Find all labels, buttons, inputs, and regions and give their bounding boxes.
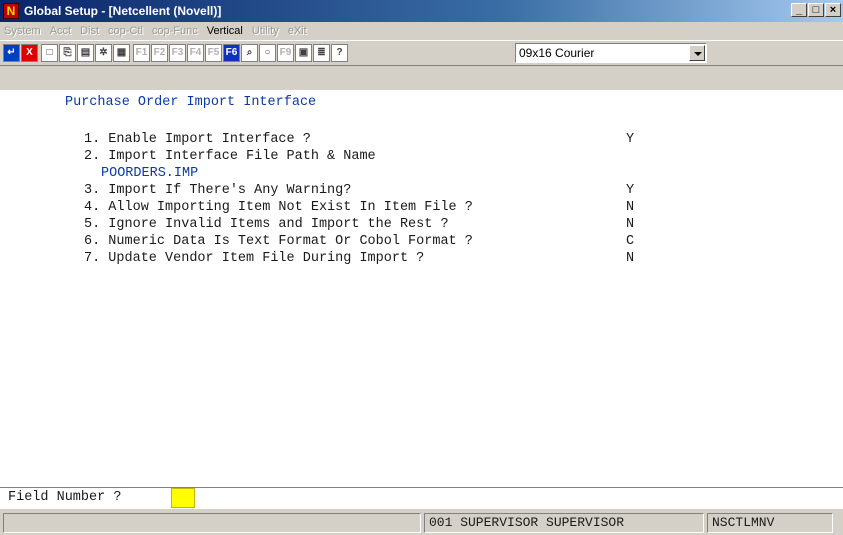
- font-select-value: 09x16 Courier: [519, 46, 595, 60]
- paste-icon[interactable]: ▤: [77, 44, 94, 62]
- prompt-bar: Field Number ?: [0, 487, 843, 509]
- option-3-value[interactable]: Y: [626, 183, 634, 199]
- font-select[interactable]: 09x16 Courier: [515, 43, 707, 63]
- page-title: Purchase Order Import Interface: [65, 95, 317, 110]
- option-4-value[interactable]: N: [626, 200, 634, 216]
- window-controls: _ □ ×: [790, 3, 841, 19]
- f2-button[interactable]: F2: [151, 44, 168, 62]
- search-icon[interactable]: ○: [259, 44, 276, 62]
- option-1-value[interactable]: Y: [626, 132, 634, 148]
- status-user: 001 SUPERVISOR SUPERVISOR: [424, 513, 704, 533]
- menu-system[interactable]: System: [4, 23, 41, 39]
- chevron-down-icon[interactable]: [689, 45, 705, 61]
- option-7-value[interactable]: N: [626, 251, 634, 267]
- menu-acct[interactable]: Acct: [50, 23, 71, 39]
- maximize-button[interactable]: □: [808, 3, 824, 17]
- new-icon[interactable]: □: [41, 44, 58, 62]
- f1-button[interactable]: F1: [133, 44, 150, 62]
- menu-utility[interactable]: Utility: [252, 23, 279, 39]
- menu-cop-ctl[interactable]: cop-Ctl: [108, 23, 143, 39]
- menu-cop-func[interactable]: cop-Func: [152, 23, 198, 39]
- option-4-label: 4. Allow Importing Item Not Exist In Ite…: [84, 200, 473, 215]
- option-2-value[interactable]: POORDERS.IMP: [101, 166, 198, 182]
- gear-icon[interactable]: ✲: [95, 44, 112, 62]
- toolbar: ↵ X □ ⎘ ▤ ✲ ▦ F1 F2 F3 F4 F5 F6 ⌕ ○ F9 ▣…: [0, 40, 843, 66]
- option-7-label: 7. Update Vendor Item File During Import…: [84, 251, 425, 266]
- option-2-label: 2. Import Interface File Path & Name: [84, 149, 376, 164]
- menu-exit[interactable]: eXit: [288, 23, 307, 39]
- copy-icon[interactable]: ⎘: [59, 44, 76, 62]
- status-station: NSCTLMNV: [707, 513, 833, 533]
- option-6-label: 6. Numeric Data Is Text Format Or Cobol …: [84, 234, 473, 249]
- menu-vertical[interactable]: Vertical: [207, 23, 243, 39]
- enter-icon[interactable]: ↵: [3, 44, 20, 62]
- f6-button[interactable]: F6: [223, 44, 240, 62]
- minimize-button[interactable]: _: [791, 3, 807, 17]
- calculator-icon[interactable]: ▣: [295, 44, 312, 62]
- field-number-label: Field Number ?: [8, 490, 122, 505]
- menu-bar: System Acct Dist cop-Ctl cop-Func Vertic…: [0, 22, 843, 40]
- window-title: Global Setup - [Netcellent (Novell)]: [24, 4, 222, 18]
- f4-button[interactable]: F4: [187, 44, 204, 62]
- option-5-label: 5. Ignore Invalid Items and Import the R…: [84, 217, 449, 232]
- notes-icon[interactable]: ≣: [313, 44, 330, 62]
- option-3-label: 3. Import If There's Any Warning?: [84, 183, 352, 198]
- status-panel-left: [3, 513, 421, 533]
- status-bar: 001 SUPERVISOR SUPERVISOR NSCTLMNV: [0, 510, 843, 535]
- option-5-value[interactable]: N: [626, 217, 634, 233]
- terminal-screen: Purchase Order Import Interface 1. Enabl…: [0, 90, 843, 487]
- f5-button[interactable]: F5: [205, 44, 222, 62]
- cancel-icon[interactable]: X: [21, 44, 38, 62]
- app-logo-icon: N: [3, 3, 19, 19]
- f3-button[interactable]: F3: [169, 44, 186, 62]
- option-6-value[interactable]: C: [626, 234, 634, 250]
- f9-button[interactable]: F9: [277, 44, 294, 62]
- option-1-label: 1. Enable Import Interface ?: [84, 132, 311, 147]
- menu-dist[interactable]: Dist: [80, 23, 99, 39]
- title-bar[interactable]: N Global Setup - [Netcellent (Novell)] _…: [0, 0, 843, 22]
- binoculars-icon[interactable]: ⌕: [241, 44, 258, 62]
- close-button[interactable]: ×: [825, 3, 841, 17]
- field-number-input[interactable]: [171, 488, 195, 508]
- print-icon[interactable]: ▦: [113, 44, 130, 62]
- help-icon[interactable]: ?: [331, 44, 348, 62]
- app-window: N Global Setup - [Netcellent (Novell)] _…: [0, 0, 843, 535]
